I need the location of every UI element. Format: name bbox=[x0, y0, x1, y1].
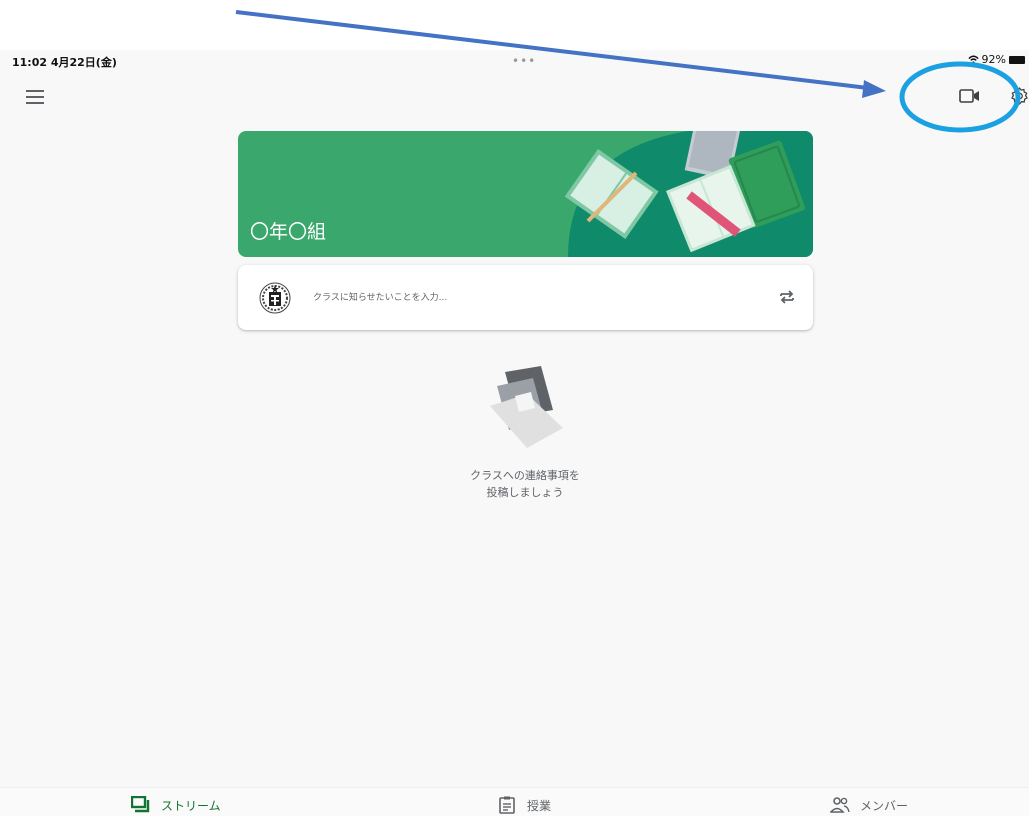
announce-card[interactable]: クラスに知らせたいことを入力... bbox=[238, 265, 813, 330]
top-margin bbox=[0, 0, 1029, 50]
empty-stream-message: クラスへの連絡事項を 投稿しましょう bbox=[425, 467, 625, 501]
tab-stream[interactable]: ストリーム bbox=[131, 796, 221, 814]
wifi-icon bbox=[967, 55, 979, 64]
announce-input[interactable]: クラスに知らせたいことを入力... bbox=[313, 290, 447, 303]
bottom-navigation: ストリーム 授業 メンバー bbox=[0, 787, 1029, 816]
empty-message-line1: クラスへの連絡事項を bbox=[470, 469, 580, 482]
status-time: 11:02 4月22日(金) bbox=[12, 56, 117, 69]
battery-percentage: 92% bbox=[981, 53, 1006, 66]
status-indicators: 92% bbox=[967, 53, 1025, 66]
tab-members-label: メンバー bbox=[860, 798, 909, 813]
repost-icon[interactable] bbox=[777, 287, 797, 307]
tab-classwork[interactable]: 授業 bbox=[497, 796, 551, 814]
empty-message-line2: 投稿しましょう bbox=[486, 486, 564, 499]
battery-icon bbox=[1009, 55, 1025, 64]
classwork-icon bbox=[499, 796, 515, 814]
multitasking-dots[interactable]: ••• bbox=[512, 54, 536, 68]
class-banner[interactable]: 〇年〇組 bbox=[238, 131, 813, 257]
people-icon bbox=[830, 797, 850, 813]
tab-classwork-label: 授業 bbox=[527, 798, 552, 813]
tab-members[interactable]: メンバー bbox=[830, 796, 908, 814]
stream-icon bbox=[131, 796, 150, 813]
menu-icon[interactable] bbox=[26, 90, 44, 104]
avatar bbox=[259, 282, 291, 314]
empty-stream-icon bbox=[490, 366, 563, 448]
class-title: 〇年〇組 bbox=[250, 222, 327, 243]
tab-stream-label: ストリーム bbox=[161, 798, 221, 813]
settings-icon[interactable] bbox=[1010, 86, 1029, 106]
video-camera-icon[interactable] bbox=[959, 88, 981, 104]
